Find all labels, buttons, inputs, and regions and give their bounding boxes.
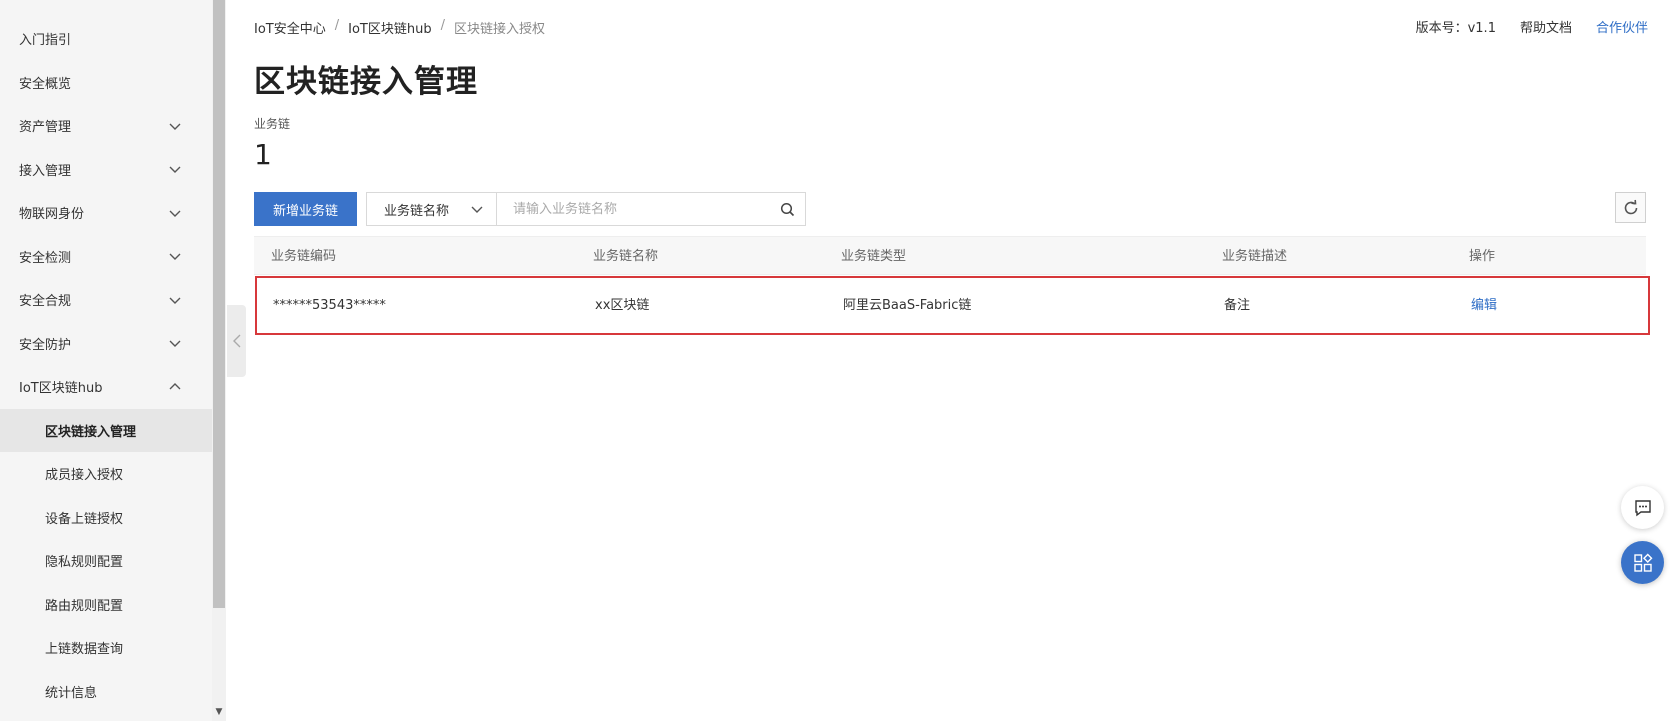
sidebar-item-label: 资产管理	[19, 120, 72, 136]
chevron-down-icon	[169, 166, 181, 174]
apps-button[interactable]	[1621, 541, 1664, 584]
table-row: ******53543***** xx区块链 阿里云BaaS-Fabric链 备…	[255, 276, 1650, 335]
sidebar-collapse-button[interactable]	[227, 305, 246, 377]
chevron-left-icon	[232, 334, 240, 348]
sidebar-item-label: 安全防护	[19, 337, 72, 353]
column-header-name: 业务链名称	[593, 249, 659, 264]
business-chain-count-value: 1	[254, 138, 272, 171]
business-chain-count-label: 业务链	[254, 117, 291, 131]
search-group: 业务链名称	[366, 192, 806, 226]
sidebar-item-label: 成员接入授权	[45, 468, 124, 484]
cell-chain-type: 阿里云BaaS-Fabric链	[843, 298, 972, 313]
refresh-icon	[1624, 199, 1637, 214]
help-doc-link[interactable]: 帮助文档	[1520, 17, 1572, 36]
sidebar-subitem-privacy-rules[interactable]: 隐私规则配置	[0, 539, 212, 583]
search-field-select-value: 业务链名称	[384, 203, 450, 219]
cell-chain-name: xx区块链	[595, 298, 650, 313]
chevron-down-icon	[169, 210, 181, 217]
edit-link[interactable]: 编辑	[1471, 278, 1497, 333]
sidebar-item-security-overview[interactable]: 安全概览	[0, 61, 212, 105]
partner-link[interactable]: 合作伙伴	[1596, 17, 1648, 36]
sidebar-item-iot-blockchain-hub[interactable]: IoT区块链hub	[0, 365, 212, 409]
sidebar-item-getting-started[interactable]: 入门指引	[0, 17, 212, 61]
column-header-actions: 操作	[1469, 249, 1496, 264]
breadcrumb-item-iot-blockchain-hub[interactable]: IoT区块链hub	[348, 18, 431, 37]
sidebar-item-label: 统计信息	[45, 685, 98, 701]
sidebar-item-label: 隐私规则配置	[45, 555, 124, 571]
sidebar-subitem-blockchain-access[interactable]: 区块链接入管理	[0, 408, 212, 452]
sidebar-item-security-detection[interactable]: 安全检测	[0, 235, 212, 279]
sidebar: 入门指引 安全概览 资产管理 接入管理 物联网身份 安全检测 安全合规 安全防护…	[0, 0, 212, 721]
chat-icon	[1634, 499, 1651, 516]
page-title: 区块链接入管理	[254, 64, 478, 100]
chevron-down-icon	[169, 123, 181, 130]
chevron-down-icon	[471, 206, 483, 213]
sidebar-item-security-compliance[interactable]: 安全合规	[0, 278, 212, 322]
sidebar-item-asset-management[interactable]: 资产管理	[0, 104, 212, 148]
sidebar-item-label: 接入管理	[19, 163, 72, 179]
chevron-up-icon	[169, 382, 181, 390]
sidebar-subitem-member-access[interactable]: 成员接入授权	[0, 452, 212, 496]
version-label: 版本号：v1.1	[1415, 21, 1496, 36]
sidebar-subitem-device-chain-auth[interactable]: 设备上链授权	[0, 496, 212, 540]
breadcrumb-item-iot-security-center[interactable]: IoT安全中心	[254, 18, 326, 37]
search-input[interactable]	[497, 193, 769, 225]
sidebar-item-label: 区块链接入管理	[45, 424, 137, 440]
search-icon	[780, 202, 794, 216]
cell-chain-description: 备注	[1224, 298, 1251, 313]
sidebar-item-label: 安全合规	[19, 294, 72, 310]
sidebar-item-label: 上链数据查询	[45, 642, 124, 658]
column-header-code: 业务链编码	[271, 249, 337, 264]
sidebar-subitem-statistics[interactable]: 统计信息	[0, 670, 212, 714]
breadcrumb-item-current: 区块链接入授权	[453, 22, 545, 37]
column-header-type: 业务链类型	[841, 249, 907, 264]
cell-chain-code: ******53543*****	[273, 298, 386, 313]
scroll-down-arrow-icon[interactable]: ▼	[213, 706, 225, 718]
sidebar-item-iot-identity[interactable]: 物联网身份	[0, 191, 212, 235]
chevron-down-icon	[169, 253, 181, 261]
breadcrumb-separator: /	[440, 18, 445, 33]
column-header-description: 业务链描述	[1222, 249, 1288, 264]
sidebar-nav: 入门指引 安全概览 资产管理 接入管理 物联网身份 安全检测 安全合规 安全防护…	[0, 17, 212, 713]
sidebar-item-label: IoT区块链hub	[19, 381, 103, 397]
chevron-down-icon	[169, 297, 181, 304]
header-links: 版本号：v1.1 帮助文档 合作伙伴	[1416, 17, 1648, 36]
add-business-chain-button[interactable]: 新增业务链	[254, 192, 357, 226]
refresh-button[interactable]	[1615, 192, 1646, 223]
breadcrumb: IoT安全中心 / IoT区块链hub / 区块链接入授权	[254, 18, 545, 37]
apps-grid-icon	[1633, 553, 1652, 572]
search-button[interactable]	[769, 193, 805, 225]
sidebar-item-label: 路由规则配置	[45, 598, 124, 614]
sidebar-item-label: 物联网身份	[19, 207, 85, 223]
table-header: 业务链编码 业务链名称 业务链类型 业务链描述 操作	[254, 236, 1646, 275]
feedback-chat-button[interactable]	[1621, 486, 1664, 529]
sidebar-item-access-management[interactable]: 接入管理	[0, 148, 212, 192]
chevron-down-icon	[169, 340, 181, 348]
sidebar-item-label: 安全概览	[19, 76, 72, 92]
sidebar-subitem-chain-data-query[interactable]: 上链数据查询	[0, 626, 212, 670]
sidebar-subitem-routing-rules[interactable]: 路由规则配置	[0, 583, 212, 627]
sidebar-scrollbar-thumb[interactable]	[213, 0, 225, 608]
sidebar-item-security-protection[interactable]: 安全防护	[0, 322, 212, 366]
sidebar-item-label: 安全检测	[19, 250, 72, 266]
breadcrumb-separator: /	[334, 18, 340, 33]
sidebar-item-label: 设备上链授权	[45, 511, 124, 527]
sidebar-item-label: 入门指引	[19, 33, 72, 49]
search-field-select[interactable]: 业务链名称	[367, 193, 497, 225]
